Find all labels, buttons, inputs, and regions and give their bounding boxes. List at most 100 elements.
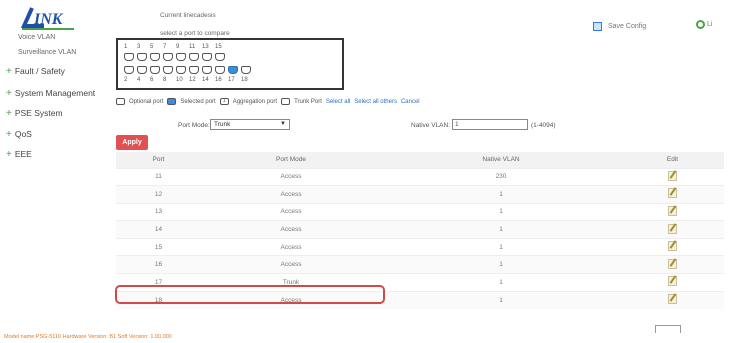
bottom-port-row — [124, 66, 251, 74]
sidebar-item-label: Fault / Safety — [14, 66, 65, 76]
column-header-port: Port — [116, 152, 201, 168]
edit-cell — [621, 220, 724, 239]
cancel-link[interactable]: Cancel — [401, 99, 420, 105]
port-7[interactable] — [163, 53, 173, 61]
cell-vlan: 1 — [381, 220, 621, 239]
table-row: 14 Access 1 — [116, 220, 724, 239]
port-16[interactable] — [215, 66, 225, 74]
port-number: 6 — [150, 77, 154, 83]
plus-icon: + — [6, 108, 12, 119]
select-all-others-link[interactable]: Select all others — [354, 99, 397, 105]
column-header-edit: Edit — [621, 152, 724, 168]
sidebar-item-qos[interactable]: + QoS — [6, 129, 32, 140]
port-legend: Optional port Selected port 1 Aggregatio… — [116, 98, 420, 105]
port-number: 5 — [150, 44, 154, 50]
plus-icon: + — [6, 88, 12, 99]
cell-mode: Access — [201, 220, 381, 239]
sidebar-item-label: QoS — [14, 129, 32, 139]
sidebar-item-pse-system[interactable]: + PSE System — [6, 108, 63, 119]
edit-icon[interactable] — [668, 294, 677, 305]
port-number: 9 — [176, 44, 180, 50]
logout-button[interactable]: Li — [696, 20, 712, 29]
edit-icon[interactable] — [668, 188, 677, 199]
port-13[interactable] — [202, 53, 212, 61]
edit-icon[interactable] — [668, 276, 677, 287]
app-root: INK Voice VLAN Surveillance VLAN + Fault … — [0, 0, 734, 343]
native-vlan-range: (1-4094) — [531, 122, 556, 129]
port-1[interactable] — [124, 53, 134, 61]
port-2[interactable] — [124, 66, 134, 74]
port-11[interactable] — [189, 53, 199, 61]
port-number: 4 — [137, 77, 141, 83]
port-18[interactable] — [241, 66, 251, 74]
cell-vlan: 1 — [381, 185, 621, 204]
column-header-native-vlan: Native VLAN — [381, 152, 621, 168]
port-12[interactable] — [189, 66, 199, 74]
cell-port: 15 — [116, 237, 201, 256]
cell-port: 16 — [116, 255, 201, 274]
native-vlan-input[interactable]: 1 — [452, 119, 528, 130]
edit-icon[interactable] — [668, 258, 677, 269]
sidebar: INK Voice VLAN Surveillance VLAN + Fault … — [0, 0, 112, 330]
port-15[interactable] — [215, 53, 225, 61]
cell-vlan: 230 — [381, 167, 621, 186]
port-number: 2 — [124, 77, 128, 83]
top-port-numbers: 1 3 5 7 9 11 13 15 — [124, 44, 228, 50]
legend-aggregation: Aggregation port — [232, 98, 278, 105]
port-10[interactable] — [176, 66, 186, 74]
cell-vlan: 1 — [381, 237, 621, 256]
sidebar-item-system-management[interactable]: + System Management — [6, 88, 95, 99]
aggregation-port-icon: 1 — [219, 98, 229, 105]
sidebar-item-label: PSE System — [14, 108, 63, 118]
port-number: 12 — [189, 77, 196, 83]
edit-icon[interactable] — [668, 205, 677, 216]
sidebar-item-surveillance-vlan[interactable]: Surveillance VLAN — [18, 49, 76, 56]
table-row: 13 Access 1 — [116, 202, 724, 221]
power-icon — [696, 20, 705, 29]
port-9[interactable] — [176, 53, 186, 61]
port-14[interactable] — [202, 66, 212, 74]
port-17[interactable] — [228, 66, 238, 74]
cell-mode: Access — [201, 202, 381, 221]
port-number: 1 — [124, 44, 128, 50]
sidebar-item-voice-vlan[interactable]: Voice VLAN — [18, 34, 55, 41]
legend-selected: Selected port — [180, 98, 216, 105]
save-icon — [593, 22, 602, 31]
port-8[interactable] — [163, 66, 173, 74]
row-highlight-annotation — [115, 285, 385, 304]
plus-icon: + — [6, 66, 12, 77]
plus-icon: + — [6, 129, 12, 140]
port-number: 11 — [189, 44, 196, 50]
port-number: 14 — [202, 77, 209, 83]
port-number: 16 — [215, 77, 222, 83]
scroll-indicator[interactable] — [655, 325, 681, 333]
select-all-link[interactable]: Select all — [326, 99, 350, 105]
table-row: 16 Access 1 — [116, 255, 724, 274]
port-6[interactable] — [150, 66, 160, 74]
port-mode-select[interactable]: Trunk ▼ — [210, 119, 290, 130]
edit-cell — [621, 255, 724, 274]
edit-cell — [621, 237, 724, 256]
apply-button[interactable]: Apply — [116, 135, 148, 150]
port-number: 17 — [228, 77, 235, 83]
port-mode-value: Trunk — [214, 121, 231, 128]
port-4[interactable] — [137, 66, 147, 74]
svg-text:INK: INK — [33, 11, 64, 28]
port-3[interactable] — [137, 53, 147, 61]
trunk-port-icon — [281, 98, 291, 105]
cell-port: 13 — [116, 202, 201, 221]
column-header-port-mode: Port Mode — [201, 152, 381, 168]
port-5[interactable] — [150, 53, 160, 61]
sidebar-item-fault-safety[interactable]: + Fault / Safety — [6, 66, 65, 77]
edit-cell — [621, 167, 724, 186]
port-number: 3 — [137, 44, 141, 50]
edit-icon[interactable] — [668, 223, 677, 234]
legend-trunk: Trunk Port — [294, 98, 322, 105]
save-config-button[interactable]: Save Config — [593, 22, 646, 31]
sidebar-item-eee[interactable]: + EEE — [6, 149, 32, 160]
table-header-row: Port Port Mode Native VLAN Edit — [116, 152, 724, 168]
chevron-down-icon: ▼ — [280, 121, 286, 127]
edit-icon[interactable] — [668, 170, 677, 181]
edit-icon[interactable] — [668, 241, 677, 252]
edit-cell — [621, 273, 724, 292]
